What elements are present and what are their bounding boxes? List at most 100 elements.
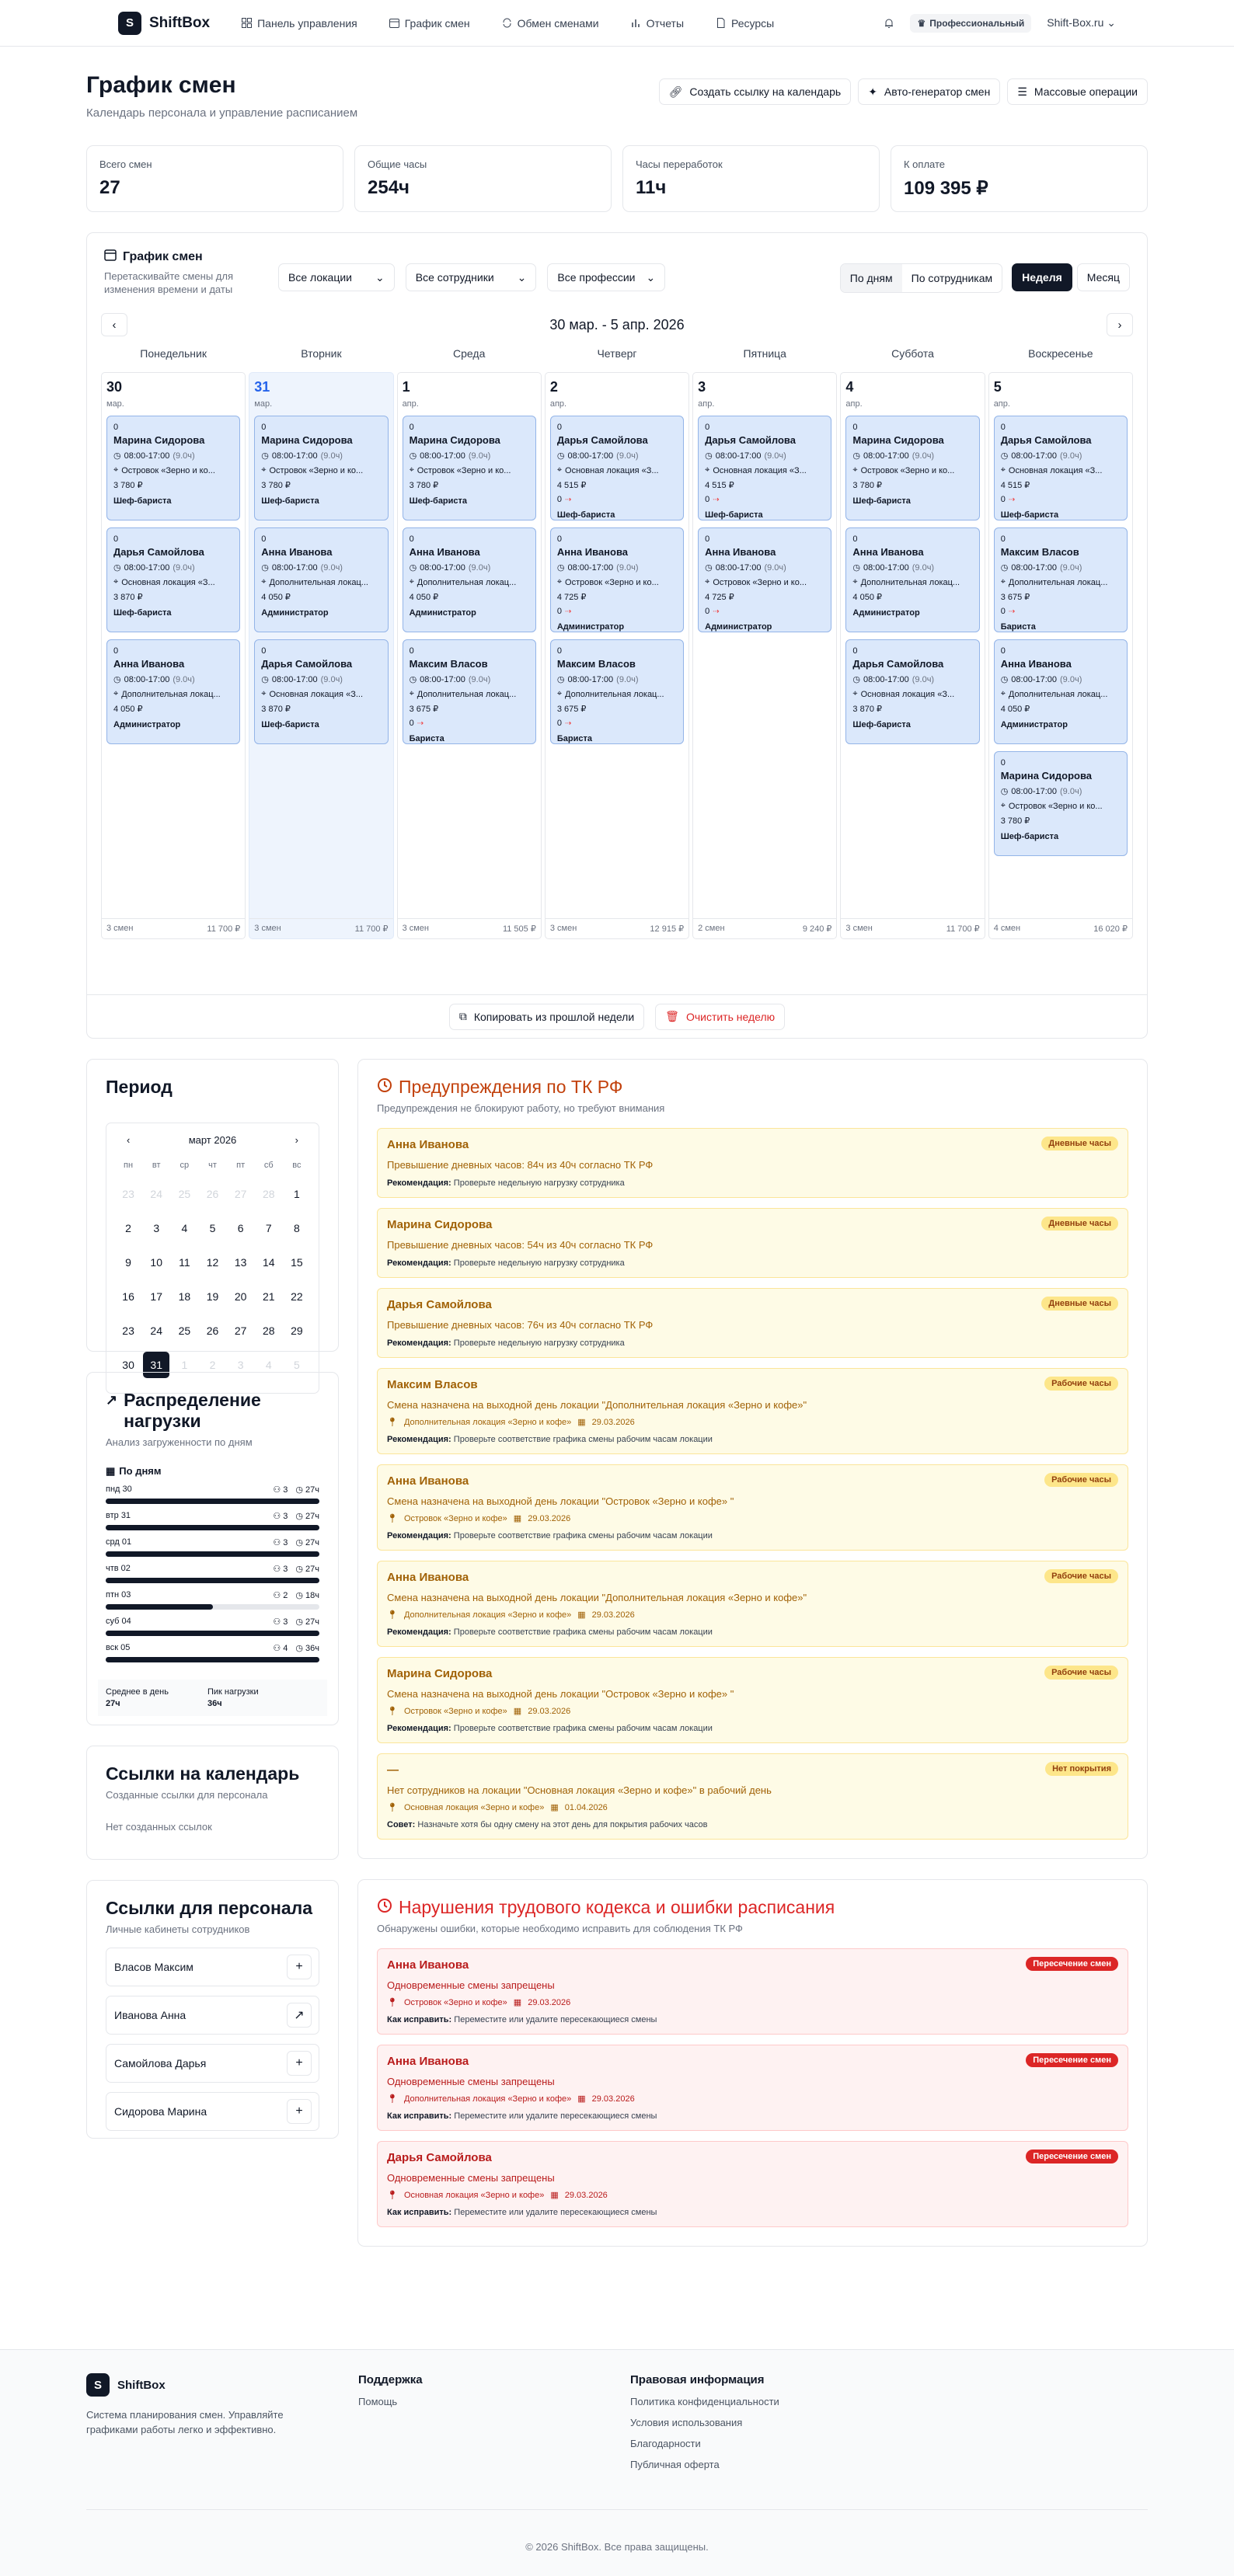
shift-card[interactable]: 0 Анна Иванова ◷ 08:00-17:00 (9.0ч) ⌖ Островок… xyxy=(698,527,832,632)
calendar-day[interactable]: 12 xyxy=(198,1245,226,1279)
clear-week-button[interactable]: 🗑︎ Очистить неделю xyxy=(655,1003,786,1030)
view-week[interactable]: Неделя xyxy=(1012,263,1072,291)
calendar-day[interactable]: 25 xyxy=(170,1177,198,1211)
view-by-staff[interactable]: По сотрудникам xyxy=(902,264,1002,292)
calendar-day[interactable]: 22 xyxy=(283,1279,311,1314)
nav-schedule[interactable]: График смен xyxy=(389,17,470,30)
day-column[interactable]: 3 апр. 0 Дарья Самойлова ◷ 08:00-17:00 (9.0ч) ⌖… xyxy=(691,372,838,939)
day-column[interactable]: 5 апр. 0 Дарья Самойлова ◷ 08:00-17:00 (9.0ч) ⌖… xyxy=(987,372,1135,939)
bulk-operations-button[interactable]: ☰ Массовые операции xyxy=(1007,78,1148,105)
calendar-day[interactable]: 19 xyxy=(198,1279,226,1314)
calendar-day[interactable]: 11 xyxy=(170,1245,198,1279)
brand-logo[interactable]: S ShiftBox xyxy=(118,11,210,35)
calendar-day[interactable]: 27 xyxy=(227,1314,255,1348)
nav-reports[interactable]: Отчеты xyxy=(630,17,684,30)
auto-generator-button[interactable]: ✦ Авто-генератор смен xyxy=(858,78,1001,105)
plus-button[interactable]: + xyxy=(287,1955,312,1979)
calendar-day[interactable]: 25 xyxy=(170,1314,198,1348)
calendar-day[interactable]: 10 xyxy=(142,1245,170,1279)
shift-card[interactable]: 0 Дарья Самойлова ◷ 08:00-17:00 (9.0ч) ⌖ Основ… xyxy=(106,527,241,632)
credits-link[interactable]: Благодарности xyxy=(630,2438,779,2449)
view-by-days[interactable]: По дням xyxy=(840,264,902,292)
day-column[interactable]: 2 апр. 0 Дарья Самойлова ◷ 08:00-17:00 (9.0ч) ⌖… xyxy=(543,372,691,939)
calendar-day[interactable]: 28 xyxy=(255,1314,283,1348)
shift-card[interactable]: 0 Анна Иванова ◷ 08:00-17:00 (9.0ч) ⌖ Островок… xyxy=(549,527,685,632)
calendar-day[interactable]: 7 xyxy=(255,1211,283,1245)
calendar-day[interactable]: 9 xyxy=(114,1245,142,1279)
shift-card[interactable]: 0 Анна Иванова ◷ 08:00-17:00 (9.0ч) ⌖ Дополнит… xyxy=(845,527,980,632)
shift-card[interactable]: 0 Дарья Самойлова ◷ 08:00-17:00 (9.0ч) ⌖ Основ… xyxy=(549,416,685,520)
nav-resources[interactable]: Ресурсы xyxy=(715,17,774,30)
calendar-day[interactable]: 13 xyxy=(227,1245,255,1279)
shift-card[interactable]: 0 Анна Иванова ◷ 08:00-17:00 (9.0ч) ⌖ Дополнит… xyxy=(254,527,389,632)
shift-card[interactable]: 0 Анна Иванова ◷ 08:00-17:00 (9.0ч) ⌖ Дополнит… xyxy=(106,639,241,744)
calendar-day[interactable]: 28 xyxy=(255,1177,283,1211)
terms-link[interactable]: Условия использования xyxy=(630,2417,779,2428)
next-week-button[interactable]: › xyxy=(1107,313,1133,336)
location-filter[interactable]: Все локации ⌄ xyxy=(278,263,395,291)
calendar-day[interactable]: 26 xyxy=(198,1314,226,1348)
prev-week-button[interactable]: ‹ xyxy=(101,313,127,336)
plus-button[interactable]: + xyxy=(287,2099,312,2124)
privacy-link[interactable]: Политика конфиденциальности xyxy=(630,2396,779,2407)
shift-card[interactable]: 0 Марина Сидорова ◷ 08:00-17:00 (9.0ч) ⌖ Остро… xyxy=(254,416,389,520)
calendar-day[interactable]: 6 xyxy=(227,1211,255,1245)
calendar-day[interactable]: 8 xyxy=(283,1211,311,1245)
calendar-day[interactable]: 3 xyxy=(142,1211,170,1245)
calendar-day[interactable]: 21 xyxy=(255,1279,283,1314)
create-calendar-link-button[interactable]: 🔗︎ Создать ссылку на календарь xyxy=(658,78,852,105)
chevron-left-icon[interactable]: ‹ xyxy=(127,1134,130,1146)
calendar-day[interactable]: 23 xyxy=(114,1314,142,1348)
plan-badge[interactable]: ♛ Профессиональный xyxy=(910,13,1032,33)
shift-card[interactable]: 0 Дарья Самойлова ◷ 08:00-17:00 (9.0ч) ⌖ Основ… xyxy=(993,416,1128,520)
shift-card[interactable]: 0 Дарья Самойлова ◷ 08:00-17:00 (9.0ч) ⌖ Основ… xyxy=(698,416,832,520)
calendar-day[interactable]: 4 xyxy=(170,1211,198,1245)
view-month[interactable]: Месяц xyxy=(1076,263,1130,291)
staff-filter[interactable]: Все сотрудники ⌄ xyxy=(405,263,537,291)
calendar-day[interactable]: 2 xyxy=(114,1211,142,1245)
calendar-day[interactable]: 16 xyxy=(114,1279,142,1314)
calendar-day[interactable]: 23 xyxy=(114,1177,142,1211)
offer-link[interactable]: Публичная оферта xyxy=(630,2459,779,2470)
shift-card[interactable]: 0 Максим Власов ◷ 08:00-17:00 (9.0ч) ⌖ Дополни… xyxy=(549,639,685,744)
calendar-day[interactable]: 18 xyxy=(170,1279,198,1314)
external-link-button[interactable]: ↗ xyxy=(287,2003,312,2028)
calendar-day[interactable]: 26 xyxy=(198,1177,226,1211)
calendar-day[interactable]: 24 xyxy=(142,1177,170,1211)
plus-button[interactable]: + xyxy=(287,2051,312,2076)
chevron-right-icon[interactable]: › xyxy=(295,1134,298,1146)
shift-card[interactable]: 0 Максим Власов ◷ 08:00-17:00 (9.0ч) ⌖ Дополни… xyxy=(993,527,1128,632)
copy-prev-week-button[interactable]: ⧉ Копировать из прошлой недели xyxy=(448,1003,645,1030)
nav-dashboard[interactable]: Панель управления xyxy=(241,17,357,30)
calendar-day[interactable]: 29 xyxy=(283,1314,311,1348)
calendar-day[interactable]: 1 xyxy=(283,1177,311,1211)
profession-filter[interactable]: Все профессии ⌄ xyxy=(547,263,666,291)
calendar-day[interactable]: 27 xyxy=(227,1177,255,1211)
help-link[interactable]: Помощь xyxy=(358,2396,630,2407)
calendar-day[interactable]: 17 xyxy=(142,1279,170,1314)
shift-list: 0 Марина Сидорова ◷ 08:00-17:00 (9.0ч) ⌖ Остро… xyxy=(249,409,392,744)
shift-card[interactable]: 0 Марина Сидорова ◷ 08:00-17:00 (9.0ч) ⌖ Остро… xyxy=(402,416,536,520)
calendar-day[interactable]: 15 xyxy=(283,1245,311,1279)
bell-icon[interactable] xyxy=(883,17,894,29)
shift-card[interactable]: 0 Марина Сидорова ◷ 08:00-17:00 (9.0ч) ⌖ Остро… xyxy=(106,416,241,520)
day-column[interactable]: 30 мар. 0 Марина Сидорова ◷ 08:00-17:00 (9.0ч)… xyxy=(99,372,247,939)
day-column[interactable]: 4 апр. 0 Марина Сидорова ◷ 08:00-17:00 (9.0ч) ⌖… xyxy=(838,372,986,939)
shift-price: 4 050 ₽ xyxy=(1000,705,1030,714)
shift-card[interactable]: 0 Анна Иванова ◷ 08:00-17:00 (9.0ч) ⌖ Дополнит… xyxy=(993,639,1128,744)
shift-card[interactable]: 0 Дарья Самойлова ◷ 08:00-17:00 (9.0ч) ⌖ Основ… xyxy=(254,639,389,744)
shift-card[interactable]: 0 Марина Сидорова ◷ 08:00-17:00 (9.0ч) ⌖ Остро… xyxy=(993,751,1128,856)
calendar-day[interactable]: 14 xyxy=(255,1245,283,1279)
day-column[interactable]: 1 апр. 0 Марина Сидорова ◷ 08:00-17:00 (9.0ч) ⌖… xyxy=(396,372,543,939)
shift-card[interactable]: 0 Марина Сидорова ◷ 08:00-17:00 (9.0ч) ⌖ Остро… xyxy=(845,416,980,520)
calendar-day[interactable]: 24 xyxy=(142,1314,170,1348)
calendar-day[interactable]: 5 xyxy=(198,1211,226,1245)
calendar-day[interactable]: 20 xyxy=(227,1279,255,1314)
shift-card[interactable]: 0 Дарья Самойлова ◷ 08:00-17:00 (9.0ч) ⌖ Основ… xyxy=(845,639,980,744)
account-menu[interactable]: Shift-Box.ru ⌄ xyxy=(1047,16,1116,30)
nav-swap[interactable]: Обмен сменами xyxy=(501,17,599,30)
day-column[interactable]: 31 мар. 0 Марина Сидорова ◷ 08:00-17:00 (9.0ч)… xyxy=(247,372,395,939)
day-summary: 3 смен 11 700 ₽ xyxy=(841,918,985,934)
shift-card[interactable]: 0 Максим Власов ◷ 08:00-17:00 (9.0ч) ⌖ Дополни… xyxy=(402,639,536,744)
shift-card[interactable]: 0 Анна Иванова ◷ 08:00-17:00 (9.0ч) ⌖ Дополнит… xyxy=(402,527,536,632)
